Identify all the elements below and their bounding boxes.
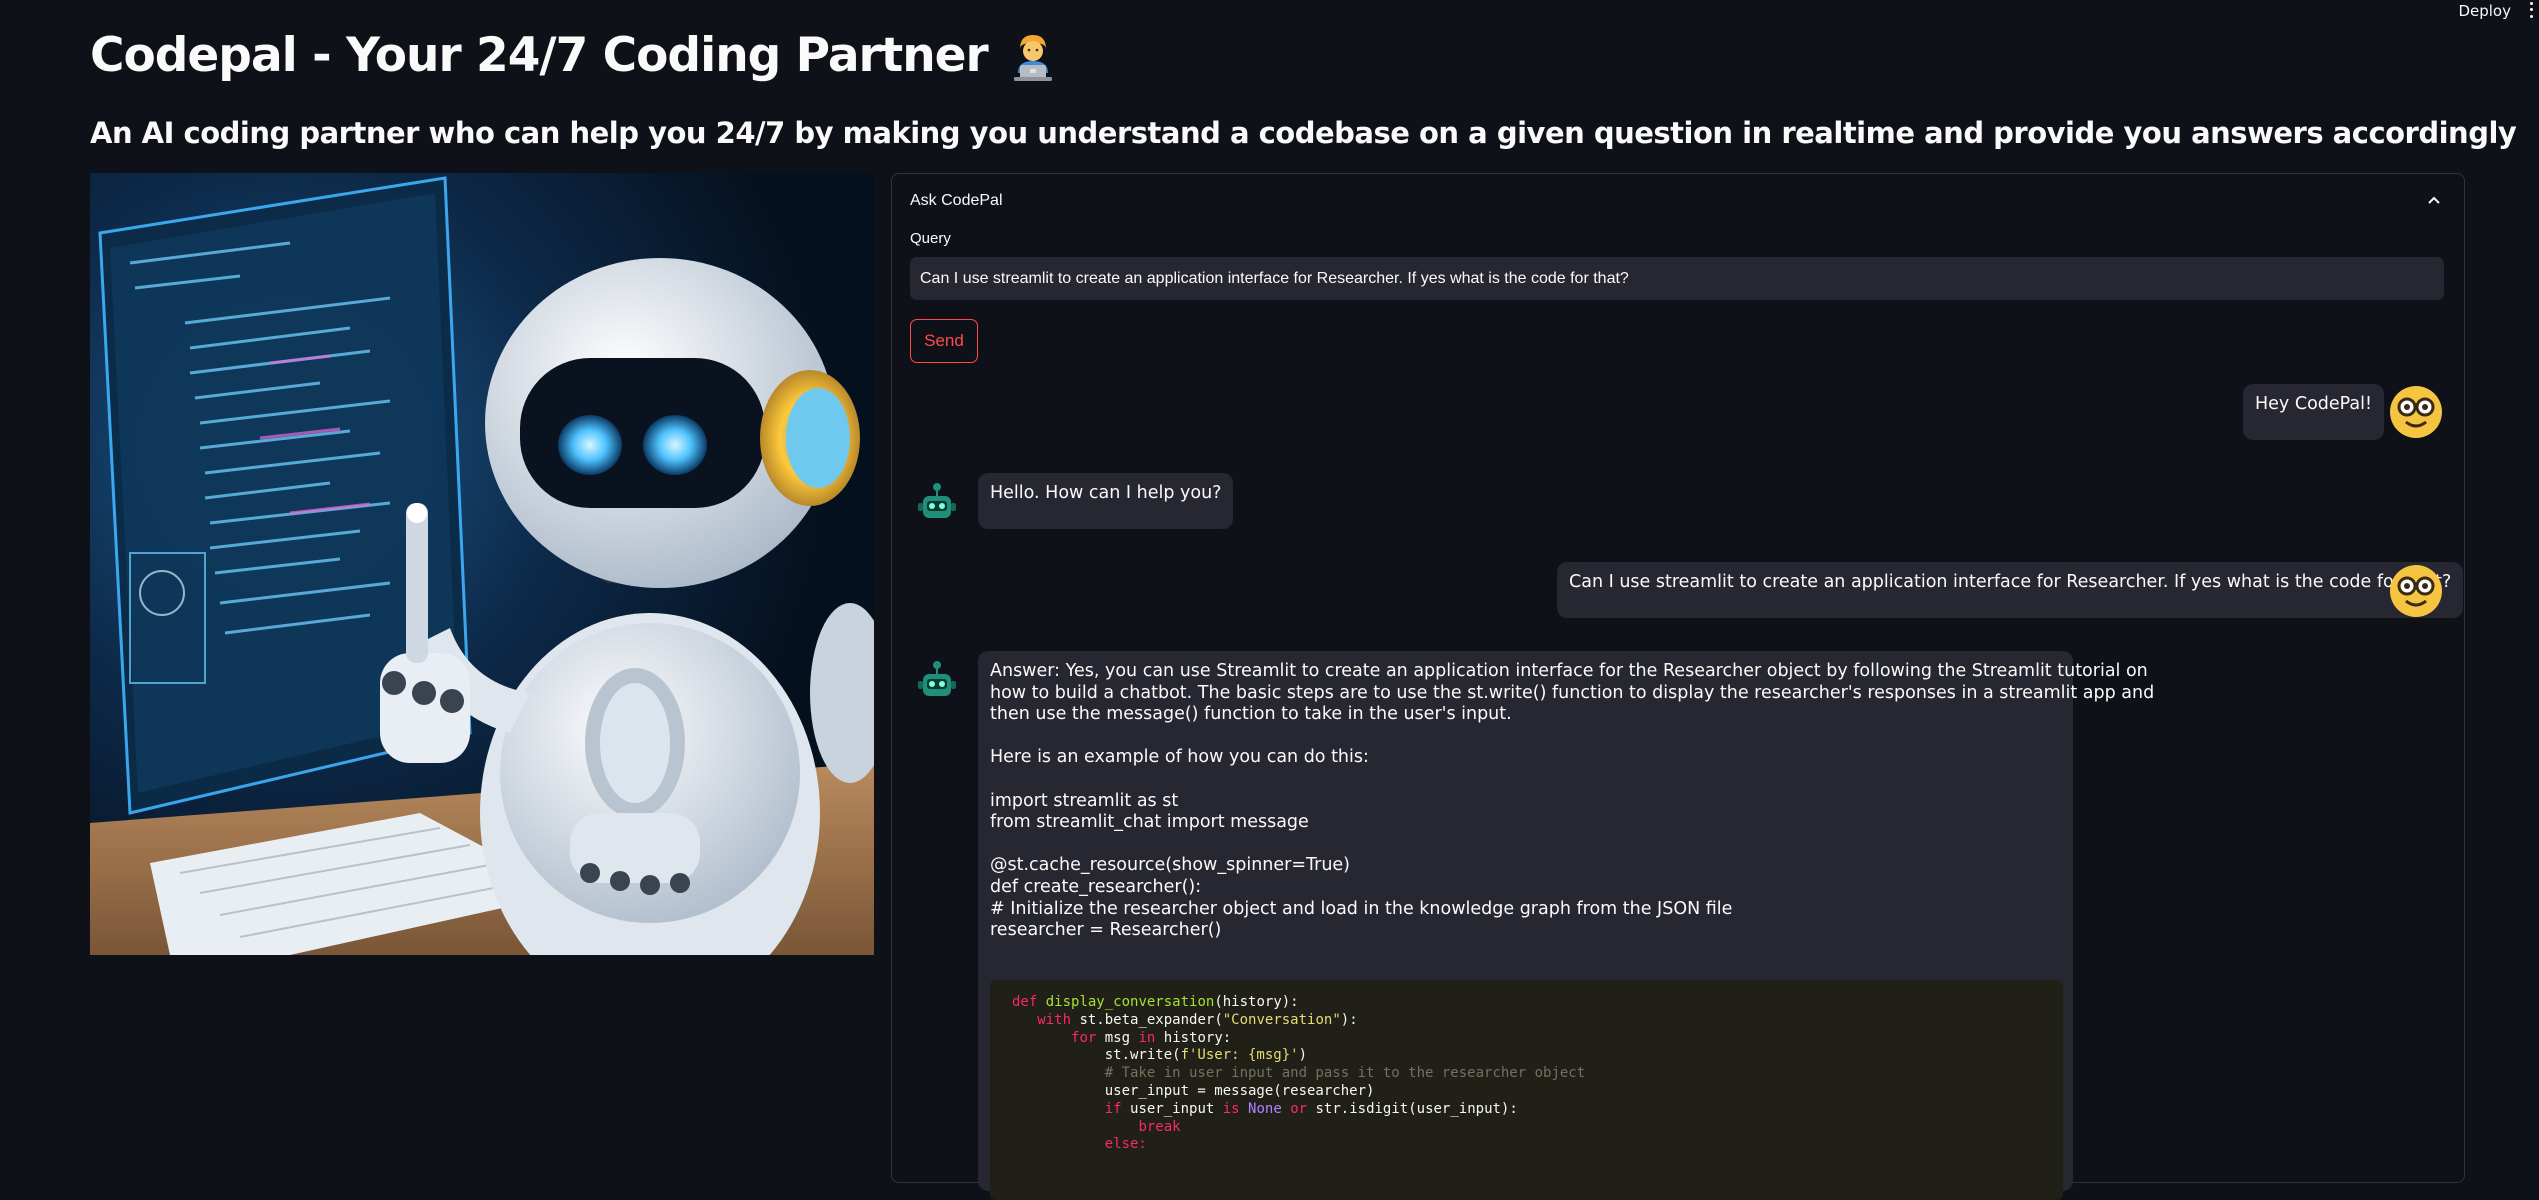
answer-line: import streamlit as st — [990, 790, 1179, 811]
answer-line: Answer: Yes, you can use Streamlit to cr… — [990, 661, 2148, 681]
code-token: def — [1012, 994, 1038, 1010]
answer-line: then use the message() function to take … — [990, 704, 1512, 725]
code-token: in — [1138, 1029, 1156, 1046]
code-token: st.write( — [1104, 1047, 1181, 1064]
code-token: user_input = message(researcher) — [1104, 1082, 1375, 1099]
code-token: msg — [1104, 1029, 1131, 1046]
robot-illustration — [90, 173, 874, 955]
code-comment: # Take in user input and pass it to the … — [1104, 1065, 1586, 1082]
page-title-text: Codepal - Your 24/7 Coding Partner — [90, 28, 989, 83]
code-token: st.beta_expander( — [1079, 1011, 1223, 1028]
code-token: break — [1138, 1118, 1181, 1135]
expander-header[interactable]: Ask CodePal — [910, 192, 1003, 210]
code-token: ) — [1298, 1047, 1308, 1064]
answer-line: how to build a chatbot. The basic steps … — [990, 682, 2155, 703]
user-message-text: Can I use streamlit to create an applica… — [1569, 572, 2452, 592]
code-token: is — [1222, 1100, 1240, 1117]
code-token: if — [1104, 1100, 1122, 1117]
code-token: else: — [1104, 1136, 1147, 1153]
user-avatar-icon — [2390, 386, 2442, 438]
chevron-up-icon[interactable] — [2426, 192, 2442, 208]
bot-message-text: Hello. How can I help you? — [990, 483, 1222, 503]
answer-line: researcher = Researcher() — [990, 920, 1222, 941]
code-token: display_conversation — [1045, 994, 1215, 1010]
send-button[interactable]: Send — [910, 319, 978, 363]
code-token: (history): — [1214, 994, 1299, 1010]
code-token: f'User: {msg}' — [1180, 1047, 1299, 1064]
code-token: history: — [1163, 1029, 1232, 1046]
answer-line: Here is an example of how you can do thi… — [990, 747, 1369, 768]
technologist-emoji — [1013, 34, 1052, 81]
code-token: "Conversation" — [1222, 1011, 1341, 1028]
code-token: user_input — [1130, 1100, 1215, 1117]
answer-line: @st.cache_resource(show_spinner=True) — [990, 855, 1351, 876]
bot-avatar-icon — [911, 475, 963, 527]
ask-codepal-expander: Ask CodePal Query Send Hey CodePal! Hell… — [891, 173, 2465, 1200]
user-avatar-icon — [2390, 565, 2442, 617]
answer-line: # Initialize the researcher object and l… — [990, 898, 1733, 919]
kebab-menu-icon[interactable] — [2527, 0, 2535, 20]
code-token: or — [1290, 1100, 1308, 1117]
answer-line: from streamlit_chat import message — [990, 812, 1309, 833]
code-token: str.isdigit(user_input): — [1315, 1100, 1518, 1117]
code-token: None — [1248, 1100, 1282, 1117]
query-label: Query — [910, 230, 951, 247]
answer-line: def create_researcher(): — [990, 876, 1202, 897]
page-subtitle: An AI coding partner who can help you 24… — [90, 116, 2517, 150]
bot-avatar-icon — [911, 653, 963, 705]
code-token: with — [1037, 1011, 1072, 1028]
user-message-text: Hey CodePal! — [2255, 394, 2373, 414]
query-input[interactable] — [910, 257, 2444, 300]
code-block: def display_conversation(history): with … — [990, 980, 2063, 1200]
code-token: ): — [1340, 1011, 1358, 1028]
user-message: Can I use streamlit to create an applica… — [1557, 562, 2464, 618]
user-message: Hey CodePal! — [2243, 384, 2385, 440]
code-token: for — [1071, 1029, 1097, 1046]
page-title: Codepal - Your 24/7 Coding Partner — [90, 28, 1060, 83]
bot-message: Hello. How can I help you? — [978, 473, 1234, 529]
deploy-button[interactable]: Deploy — [2458, 2, 2511, 20]
